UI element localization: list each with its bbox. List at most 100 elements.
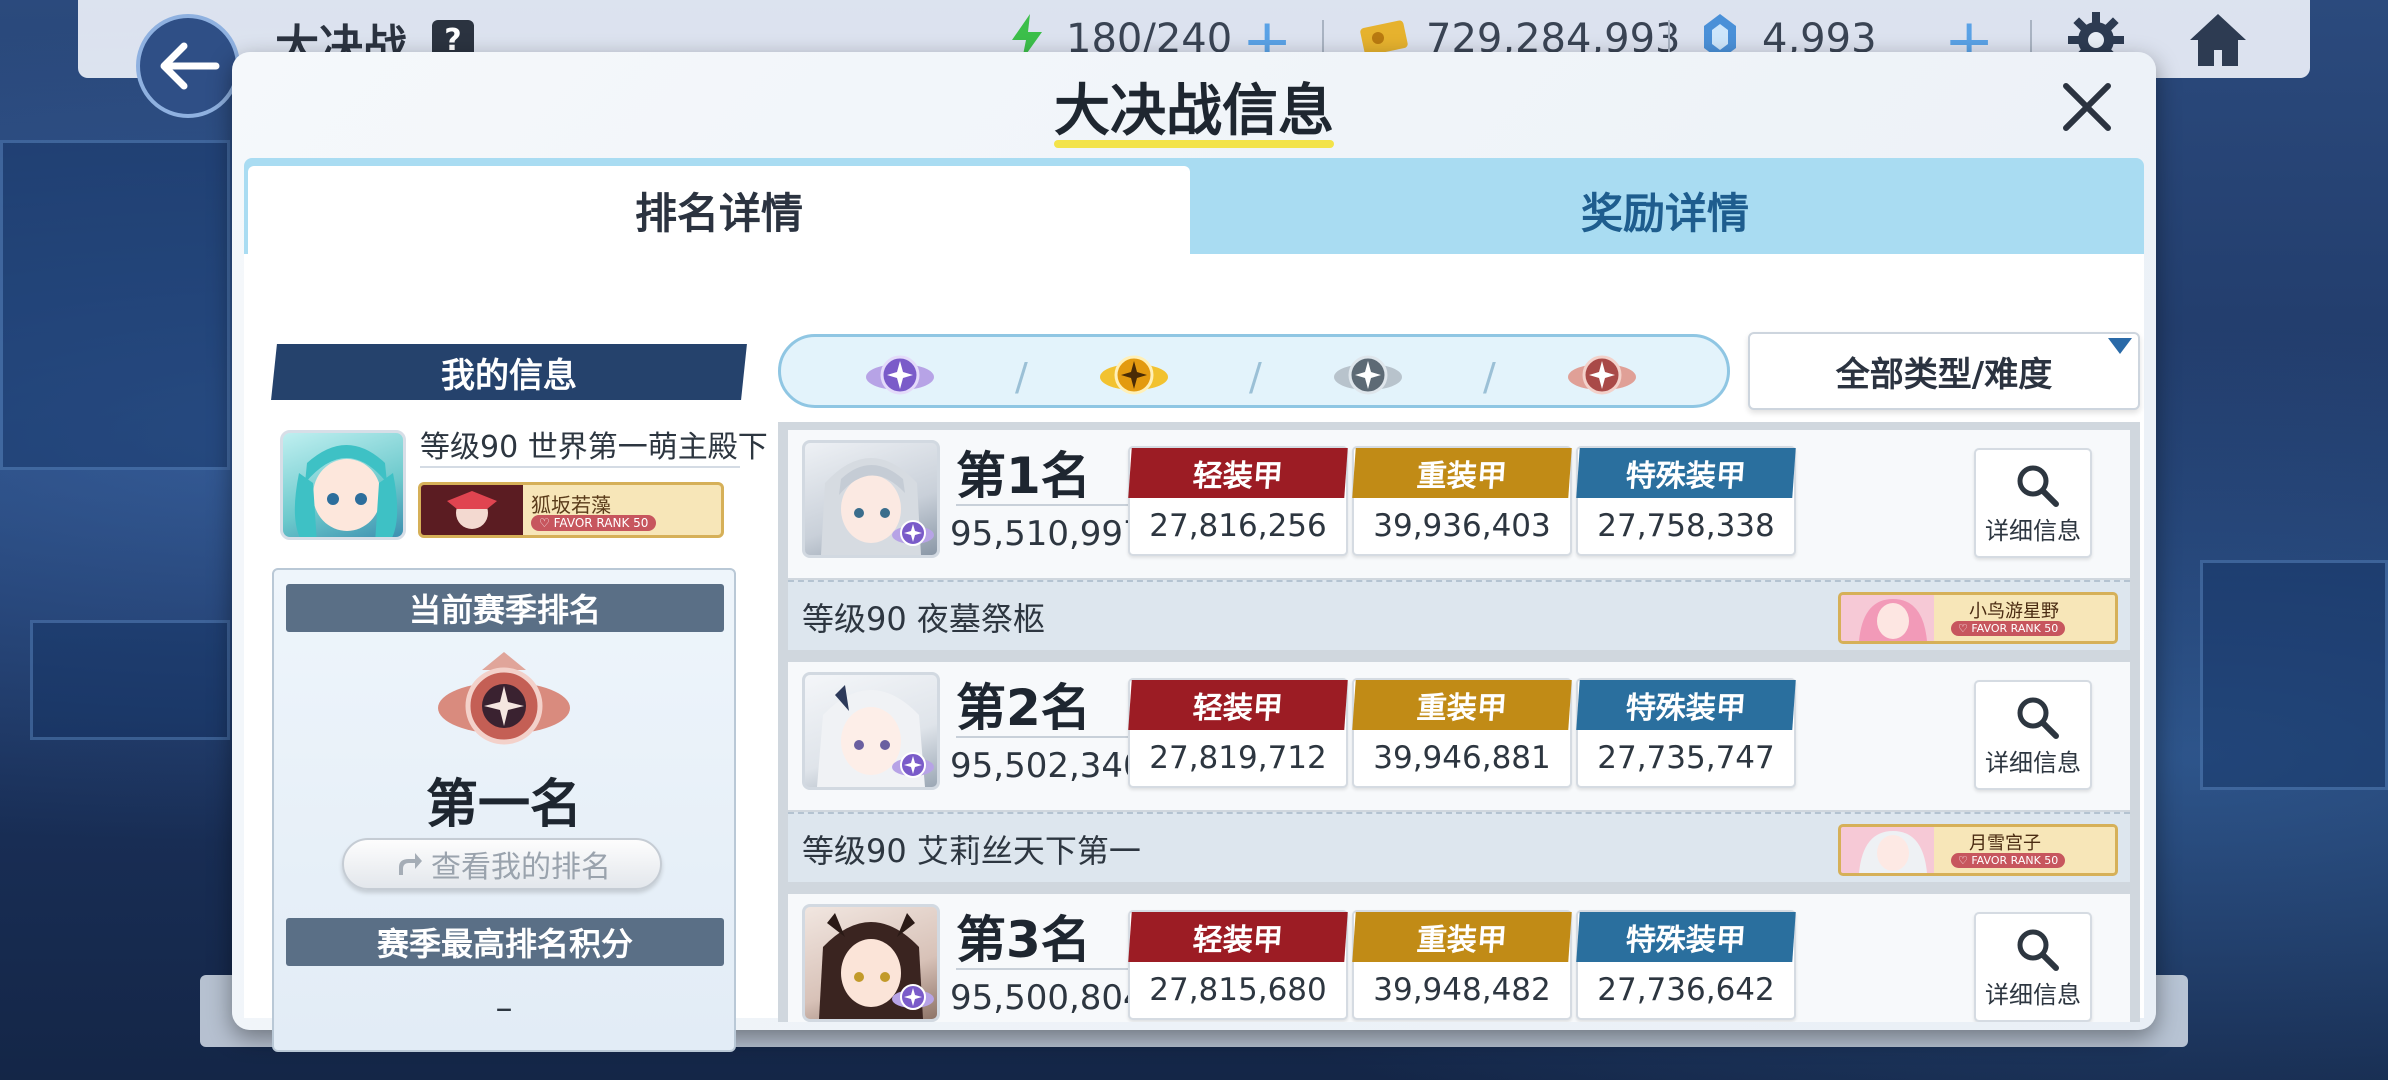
total-score: 95,500,804 [950, 978, 1145, 1018]
dropdown-label: 全部类型/难度 [1835, 354, 2053, 395]
bronze-rank-icon[interactable] [1565, 345, 1639, 403]
bronze-rank-emblem-icon [438, 652, 570, 745]
light-armor-value: 27,815,680 [1149, 972, 1327, 1008]
heavy-armor-label: 重装甲 [1352, 448, 1572, 498]
special-armor-score: 特殊装甲 27,735,747 [1576, 678, 1796, 788]
purple-rank-badge-icon [892, 984, 934, 1010]
search-icon [2017, 929, 2059, 971]
rank-position: 第3名 [956, 911, 1091, 969]
special-armor-value: 27,758,338 [1597, 508, 1775, 544]
favor-character-name: 小鸟游星野 [1969, 601, 2059, 622]
best-score-value: – [495, 988, 513, 1028]
favor-character-name: 狐坂若藻 [531, 493, 611, 517]
special-armor-value: 27,735,747 [1597, 740, 1775, 776]
special-armor-score: 特殊装甲 27,758,338 [1576, 446, 1796, 556]
heavy-armor-label: 重装甲 [1352, 680, 1572, 730]
search-icon [2017, 465, 2059, 507]
favor-card: 小鸟游星野 ♡ FAVOR RANK 50 [1838, 592, 2118, 644]
heavy-armor-score: 重装甲 39,946,881 [1352, 678, 1572, 788]
favor-character-portrait-icon [1859, 599, 1927, 641]
heavy-armor-score: 重装甲 39,948,482 [1352, 910, 1572, 1020]
purple-rank-badge-icon [892, 520, 934, 546]
favor-rank-badge: ♡ FAVOR RANK 50 [531, 515, 657, 531]
ranking-entry-main: 第1名 95,510,997 轻装甲 27,816,256 重装甲 39,936,4… [788, 430, 2130, 578]
light-armor-score: 轻装甲 27,815,680 [1128, 910, 1348, 1020]
tab-ranking-details[interactable]: 排名详情 [248, 166, 1190, 254]
ranking-entry-main: 第3名 95,500,804 轻装甲 27,815,680 重装甲 39,948,4… [788, 894, 2130, 1022]
detail-info-button[interactable]: 详细信息 [1974, 912, 2092, 1022]
ranking-entry-main: 第2名 95,502,340 轻装甲 27,819,712 重装甲 39,946,8… [788, 662, 2130, 810]
title-underline [1054, 140, 1334, 148]
favor-character-name: 月雪宫子 [1969, 833, 2041, 854]
view-my-rank-label: 查看我的排名 [431, 850, 611, 885]
special-armor-score: 特殊装甲 27,736,642 [1576, 910, 1796, 1020]
rank-position: 第1名 [956, 447, 1091, 505]
player-name: 等级90 夜墓祭柩 [802, 600, 1045, 638]
home-icon[interactable] [2186, 8, 2250, 72]
divider: / [1249, 355, 1262, 399]
silver-rank-icon[interactable] [1331, 345, 1405, 403]
light-armor-label: 轻装甲 [1128, 912, 1348, 962]
player-avatar [802, 904, 940, 1022]
light-armor-value: 27,819,712 [1149, 740, 1327, 776]
type-difficulty-dropdown[interactable]: 全部类型/难度 [1748, 332, 2140, 410]
heavy-armor-value: 39,936,403 [1373, 508, 1551, 544]
light-armor-label: 轻装甲 [1128, 680, 1348, 730]
player-avatar [802, 672, 940, 790]
season-rank-header: 当前赛季排名 [286, 584, 724, 632]
season-rank-value: 第一名 [425, 775, 582, 835]
player-avatar [802, 440, 940, 558]
purple-rank-badge-icon [892, 752, 934, 778]
special-armor-label: 特殊装甲 [1576, 912, 1796, 962]
detail-info-button[interactable]: 详细信息 [1974, 448, 2092, 558]
gold-rank-icon[interactable] [1097, 345, 1171, 403]
light-armor-score: 轻装甲 27,816,256 [1128, 446, 1348, 556]
detail-info-button[interactable]: 详细信息 [1974, 680, 2092, 790]
favor-card: 月雪宫子 ♡ FAVOR RANK 50 [1838, 824, 2118, 876]
special-armor-label: 特殊装甲 [1576, 448, 1796, 498]
my-avatar [280, 430, 406, 540]
purple-rank-icon[interactable] [863, 345, 937, 403]
my-info-header-label: 我的信息 [441, 355, 577, 396]
detail-info-label: 详细信息 [1985, 981, 2081, 1009]
my-favor-card: 狐坂若藻 ♡ FAVOR RANK 50 [418, 482, 724, 538]
special-armor-label: 特殊装甲 [1576, 680, 1796, 730]
light-armor-score: 轻装甲 27,819,712 [1128, 678, 1348, 788]
close-icon[interactable] [2052, 72, 2122, 142]
heavy-armor-value: 39,948,482 [1373, 972, 1551, 1008]
favor-character-portrait-icon [447, 491, 497, 529]
detail-info-label: 详细信息 [1985, 517, 2081, 545]
battle-info-dialog: 大决战信息 排名详情 奖励详情 我的信息 等级90 世界第一萌主殿下 狐坂若藻 … [232, 52, 2156, 1052]
divider: / [1015, 355, 1028, 399]
favor-character-portrait-icon [1859, 831, 1927, 873]
total-score: 95,502,340 [950, 746, 1145, 786]
light-armor-value: 27,816,256 [1149, 508, 1327, 544]
difficulty-filter-bar: / / / [778, 334, 1730, 408]
ranking-list: 第1名 95,510,997 轻装甲 27,816,256 重装甲 39,936,4… [778, 422, 2140, 1022]
heavy-armor-value: 39,946,881 [1373, 740, 1551, 776]
background-monitor-left-lower [30, 620, 230, 740]
my-info-header: 我的信息 [271, 344, 747, 400]
player-name: 等级90 艾莉丝天下第一 [802, 832, 1141, 870]
special-armor-value: 27,736,642 [1597, 972, 1775, 1008]
background-monitor-right [2200, 560, 2388, 790]
best-score-header: 赛季最高排名积分 [286, 918, 724, 966]
back-arrow-icon [160, 42, 220, 90]
favor-rank-badge: ♡ FAVOR RANK 50 [1951, 853, 2066, 868]
avatar-portrait-icon [294, 445, 398, 537]
detail-info-label: 详细信息 [1985, 749, 2081, 777]
divider [420, 466, 740, 468]
total-score: 95,510,997 [950, 514, 1145, 554]
rank-position: 第2名 [956, 679, 1091, 737]
my-player-name: 等级90 世界第一萌主殿下 [420, 430, 768, 465]
back-button[interactable] [136, 14, 240, 118]
background-monitor-left [0, 140, 230, 470]
tab-reward-details[interactable]: 奖励详情 [1190, 166, 2140, 254]
heavy-armor-score: 重装甲 39,936,403 [1352, 446, 1572, 556]
ranking-panel: 我的信息 等级90 世界第一萌主殿下 狐坂若藻 ♡ FAVOR RANK 50 … [244, 254, 2144, 1052]
light-armor-label: 轻装甲 [1128, 448, 1348, 498]
share-arrow-icon [399, 853, 422, 875]
dialog-title: 大决战信息 [1054, 79, 1334, 144]
dropdown-arrow-icon [2108, 338, 2132, 354]
view-my-rank-button[interactable]: 查看我的排名 [342, 838, 662, 890]
